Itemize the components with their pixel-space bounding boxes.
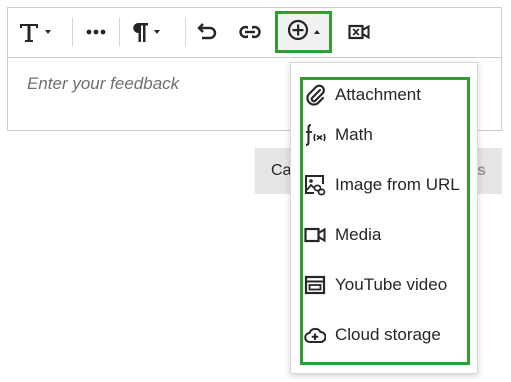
feedback-input[interactable]: Enter your feedback xyxy=(27,74,179,94)
menu-item-label: Attachment xyxy=(335,85,421,104)
video-camera-icon xyxy=(303,223,327,247)
text-format-icon xyxy=(18,21,40,43)
menu-item-media[interactable]: Media xyxy=(303,210,467,260)
chevron-down-icon xyxy=(154,30,160,34)
toolbar-divider xyxy=(119,18,120,46)
chevron-down-icon xyxy=(45,30,51,34)
cloud-upload-icon xyxy=(303,323,327,347)
menu-item-label: Image from URL xyxy=(335,175,460,194)
image-link-icon xyxy=(303,173,327,197)
add-circle-icon xyxy=(287,19,309,46)
insert-content-button[interactable] xyxy=(275,11,332,53)
menu-item-math[interactable]: Math xyxy=(303,110,467,160)
math-function-icon xyxy=(303,123,327,147)
more-dots-icon xyxy=(86,29,106,35)
link-icon xyxy=(239,25,261,39)
menu-item-label: Cloud storage xyxy=(335,325,441,344)
menu-item-attachment[interactable]: Attachment xyxy=(303,80,467,110)
menu-item-label: YouTube video xyxy=(335,275,448,294)
more-button[interactable] xyxy=(84,14,108,50)
paperclip-icon xyxy=(303,83,327,107)
insert-menu-list: Attachment Math Image from URL Media You… xyxy=(303,80,467,360)
menu-item-youtube-video[interactable]: YouTube video xyxy=(303,260,467,310)
menu-item-image-from-url[interactable]: Image from URL xyxy=(303,160,467,210)
link-button[interactable] xyxy=(238,14,262,50)
menu-item-cloud-storage[interactable]: Cloud storage xyxy=(303,310,467,360)
undo-icon xyxy=(196,23,218,41)
toolbar-divider xyxy=(72,18,73,46)
toolbar-divider xyxy=(185,18,186,46)
video-recorder-icon xyxy=(348,24,370,40)
menu-item-label: Math xyxy=(335,125,373,144)
menu-item-label: Media xyxy=(335,225,382,244)
editor-toolbar xyxy=(8,8,501,58)
paragraph-button[interactable] xyxy=(131,14,160,50)
media-recorder-button[interactable] xyxy=(347,14,371,50)
chevron-up-icon xyxy=(314,30,320,34)
youtube-frame-icon xyxy=(303,273,327,297)
text-format-button[interactable] xyxy=(18,14,51,50)
undo-button[interactable] xyxy=(195,14,219,50)
paragraph-icon xyxy=(131,21,149,43)
